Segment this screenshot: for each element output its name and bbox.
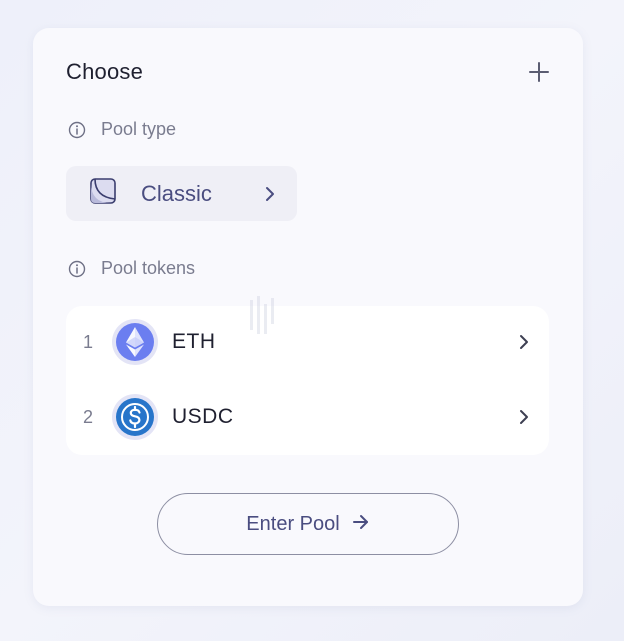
classic-pool-icon [89, 177, 117, 210]
choose-pool-card: Choose Pool type Classic Pool tokens 1 E… [33, 28, 583, 606]
pool-type-selector[interactable]: Classic [66, 166, 297, 221]
pool-tokens-list: 1 ETH 2 USDC [66, 306, 549, 455]
pool-type-label-text: Pool type [101, 119, 177, 139]
chevron-right-icon [519, 334, 529, 350]
arrow-right-icon [352, 513, 370, 536]
info-icon [67, 259, 87, 279]
pool-type-value: Classic [141, 180, 212, 206]
chevron-right-icon [519, 409, 529, 425]
info-icon [67, 120, 87, 140]
pool-tokens-label: Pool tokens [67, 258, 195, 279]
usdc-icon [111, 393, 159, 441]
pool-tokens-label-text: Pool tokens [101, 258, 196, 278]
plus-icon [529, 62, 549, 82]
token-symbol: ETH [172, 330, 216, 353]
token-row-usdc[interactable]: 2 USDC [66, 387, 549, 447]
token-index: 2 [83, 406, 94, 427]
token-row-eth[interactable]: 1 ETH [66, 312, 549, 372]
add-button[interactable] [525, 58, 553, 86]
card-title: Choose [66, 59, 144, 84]
pool-type-label: Pool type [67, 119, 176, 140]
chevron-right-icon [265, 186, 275, 202]
token-symbol: USDC [172, 405, 234, 428]
card-header: Choose [66, 58, 553, 86]
enter-pool-button[interactable]: Enter Pool [157, 493, 459, 555]
enter-pool-label: Enter Pool [246, 512, 340, 535]
token-index: 1 [83, 331, 94, 352]
eth-icon [111, 318, 159, 366]
